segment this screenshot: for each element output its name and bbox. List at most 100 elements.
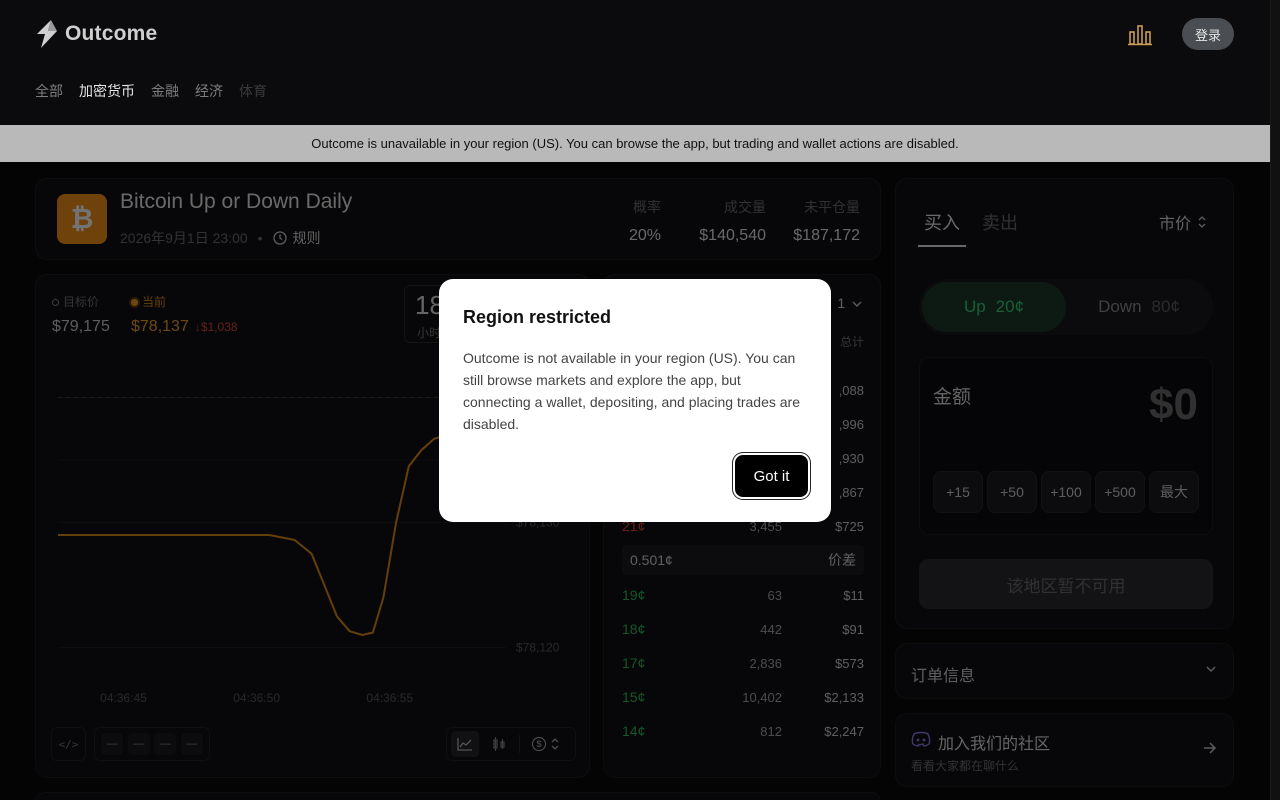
outcome-up-button[interactable]: Up 20¢ bbox=[922, 282, 1066, 332]
dialog-title: Region restricted bbox=[463, 307, 612, 327]
x-tick-label: 04:36:55 bbox=[366, 691, 413, 705]
bid-total: $11 bbox=[843, 587, 864, 603]
nav-finance[interactable]: 金融 bbox=[151, 81, 179, 101]
bid-row[interactable]: 19¢ 63 $11 bbox=[622, 578, 864, 612]
category-nav: 全部 加密货币 金融 经济 体育 bbox=[35, 81, 267, 101]
range-button[interactable]: — bbox=[127, 733, 150, 755]
arrow-right-icon bbox=[1204, 742, 1217, 754]
outcome-toggle: Up 20¢ Down 80¢ bbox=[919, 279, 1213, 335]
region-restricted-dialog: Region restricted Outcome is not availab… bbox=[439, 279, 831, 522]
candlestick-icon bbox=[493, 737, 505, 751]
price-change: ↓$1,038 bbox=[194, 320, 238, 334]
stat-open-interest: 未平仓量 $187,172 bbox=[786, 197, 860, 245]
bid-total: $91 bbox=[842, 621, 864, 637]
bid-shares: 63 bbox=[767, 587, 782, 603]
amount-input[interactable]: $0 bbox=[1149, 380, 1198, 430]
down-label: Down bbox=[1098, 297, 1142, 316]
market-header: ₿ Bitcoin Up or Down Daily 2026年9月1日 23:… bbox=[35, 178, 881, 260]
tab-sell[interactable]: 卖出 bbox=[982, 209, 1018, 247]
down-price: 80¢ bbox=[1151, 297, 1180, 316]
amount-label: 金额 bbox=[933, 387, 972, 408]
range-button[interactable]: — bbox=[180, 733, 203, 755]
currency-selector[interactable]: $ bbox=[526, 731, 566, 757]
quick-amount-500[interactable]: +500 bbox=[1095, 471, 1145, 513]
spread-row: 0.501¢ 价差 bbox=[622, 545, 864, 575]
bid-row[interactable]: 18¢ 442 $91 bbox=[622, 612, 864, 646]
target-label: 目标价 bbox=[63, 295, 100, 309]
time-range-group: — — — — bbox=[94, 727, 210, 761]
bid-price: 18¢ bbox=[622, 621, 646, 637]
quick-amount-15[interactable]: +15 bbox=[933, 471, 983, 513]
community-subtitle: 看看大家都在聊什么 bbox=[911, 759, 1020, 773]
dollar-coin-icon: $ bbox=[532, 737, 546, 751]
nav-all[interactable]: 全部 bbox=[35, 81, 63, 101]
x-tick-label: 04:36:45 bbox=[100, 691, 147, 705]
chevron-updown-icon bbox=[1198, 216, 1206, 228]
app-root: Outcome 登录 全部 加密货币 金融 经济 体育 Outcome is u… bbox=[0, 0, 1280, 800]
range-button[interactable]: — bbox=[101, 733, 124, 755]
quick-amount-100[interactable]: +100 bbox=[1041, 471, 1091, 513]
meta-separator: • bbox=[257, 230, 263, 246]
quick-amount-50[interactable]: +50 bbox=[987, 471, 1037, 513]
bid-total: $2,133 bbox=[824, 689, 864, 705]
outcome-down-button[interactable]: Down 80¢ bbox=[1069, 282, 1209, 332]
up-label: Up bbox=[963, 297, 986, 316]
bid-shares: 812 bbox=[760, 723, 782, 739]
nav-economy[interactable]: 经济 bbox=[195, 81, 223, 101]
order-info-accordion[interactable]: 订单信息 bbox=[895, 643, 1234, 699]
target-dot-icon bbox=[52, 299, 59, 306]
book-precision-selector[interactable]: 1 bbox=[837, 295, 862, 311]
chevron-updown-icon bbox=[551, 738, 559, 750]
rules-link[interactable]: 规则 bbox=[272, 228, 321, 248]
x-tick-label: 04:36:50 bbox=[233, 691, 280, 705]
nav-crypto[interactable]: 加密货币 bbox=[79, 81, 135, 101]
discord-icon bbox=[911, 731, 931, 747]
embed-code-button[interactable]: </> bbox=[51, 727, 86, 761]
current-price-legend: 当前 $78,137 ↓$1,038 bbox=[131, 293, 238, 336]
tab-buy[interactable]: 买入 bbox=[918, 209, 966, 247]
bid-shares: 2,836 bbox=[749, 655, 782, 671]
up-price: 20¢ bbox=[995, 297, 1025, 316]
stat-label: 成交量 bbox=[724, 199, 766, 215]
current-dot-icon bbox=[131, 299, 138, 306]
bottom-panel bbox=[35, 792, 881, 800]
dialog-body: Outcome is not available in your region … bbox=[463, 350, 800, 432]
bid-shares: 442 bbox=[760, 621, 782, 637]
nav-sports[interactable]: 体育 bbox=[239, 81, 267, 101]
bid-shares: 10,402 bbox=[742, 689, 782, 705]
rules-label: 规则 bbox=[292, 230, 321, 246]
stat-value: $140,540 bbox=[699, 227, 766, 244]
bitcoin-icon: ₿ bbox=[57, 194, 107, 244]
trade-tabs: 买入 卖出 bbox=[918, 209, 1018, 247]
bid-row[interactable]: 14¢ 812 $2,247 bbox=[622, 714, 864, 748]
logo[interactable]: Outcome bbox=[35, 20, 157, 48]
order-info-label: 订单信息 bbox=[911, 668, 976, 685]
chevron-down-icon bbox=[852, 301, 862, 307]
chart-view-group: $ bbox=[446, 727, 576, 761]
bid-row[interactable]: 17¢ 2,836 $573 bbox=[622, 646, 864, 680]
login-button[interactable]: 登录 bbox=[1182, 18, 1234, 50]
spread-value: 0.501¢ bbox=[630, 552, 673, 568]
bolt-logo-icon bbox=[37, 20, 57, 48]
community-title: 加入我们的社区 bbox=[938, 736, 1051, 753]
quick-amount-max[interactable]: 最大 bbox=[1149, 471, 1199, 513]
order-type-selector[interactable]: 市价 bbox=[1159, 210, 1207, 234]
precision-value: 1 bbox=[837, 295, 846, 311]
page-scrollbar[interactable] bbox=[1270, 0, 1280, 800]
brand-name: Outcome bbox=[65, 22, 158, 45]
y-tick-label: $78,120 bbox=[516, 641, 560, 655]
market-meta: 2026年9月1日 23:00 • 规则 bbox=[120, 228, 321, 248]
stat-label: 未平仓量 bbox=[804, 199, 860, 215]
line-chart-icon bbox=[457, 738, 472, 751]
candle-chart-toggle[interactable] bbox=[485, 731, 513, 757]
target-price-legend: 目标价 $79,175 bbox=[52, 293, 110, 336]
community-card[interactable]: 加入我们的社区 看看大家都在聊什么 bbox=[895, 713, 1234, 787]
bid-row[interactable]: 15¢ 10,402 $2,133 bbox=[622, 680, 864, 714]
line-chart-toggle[interactable] bbox=[451, 731, 479, 757]
bank-icon[interactable] bbox=[1128, 24, 1152, 46]
stat-probability: 概率 20% bbox=[621, 197, 661, 245]
range-button[interactable]: — bbox=[154, 733, 177, 755]
got-it-button[interactable]: Got it bbox=[735, 455, 808, 497]
bid-total: $573 bbox=[835, 655, 864, 671]
submit-trade-button[interactable]: 该地区暂不可用 bbox=[919, 559, 1213, 609]
